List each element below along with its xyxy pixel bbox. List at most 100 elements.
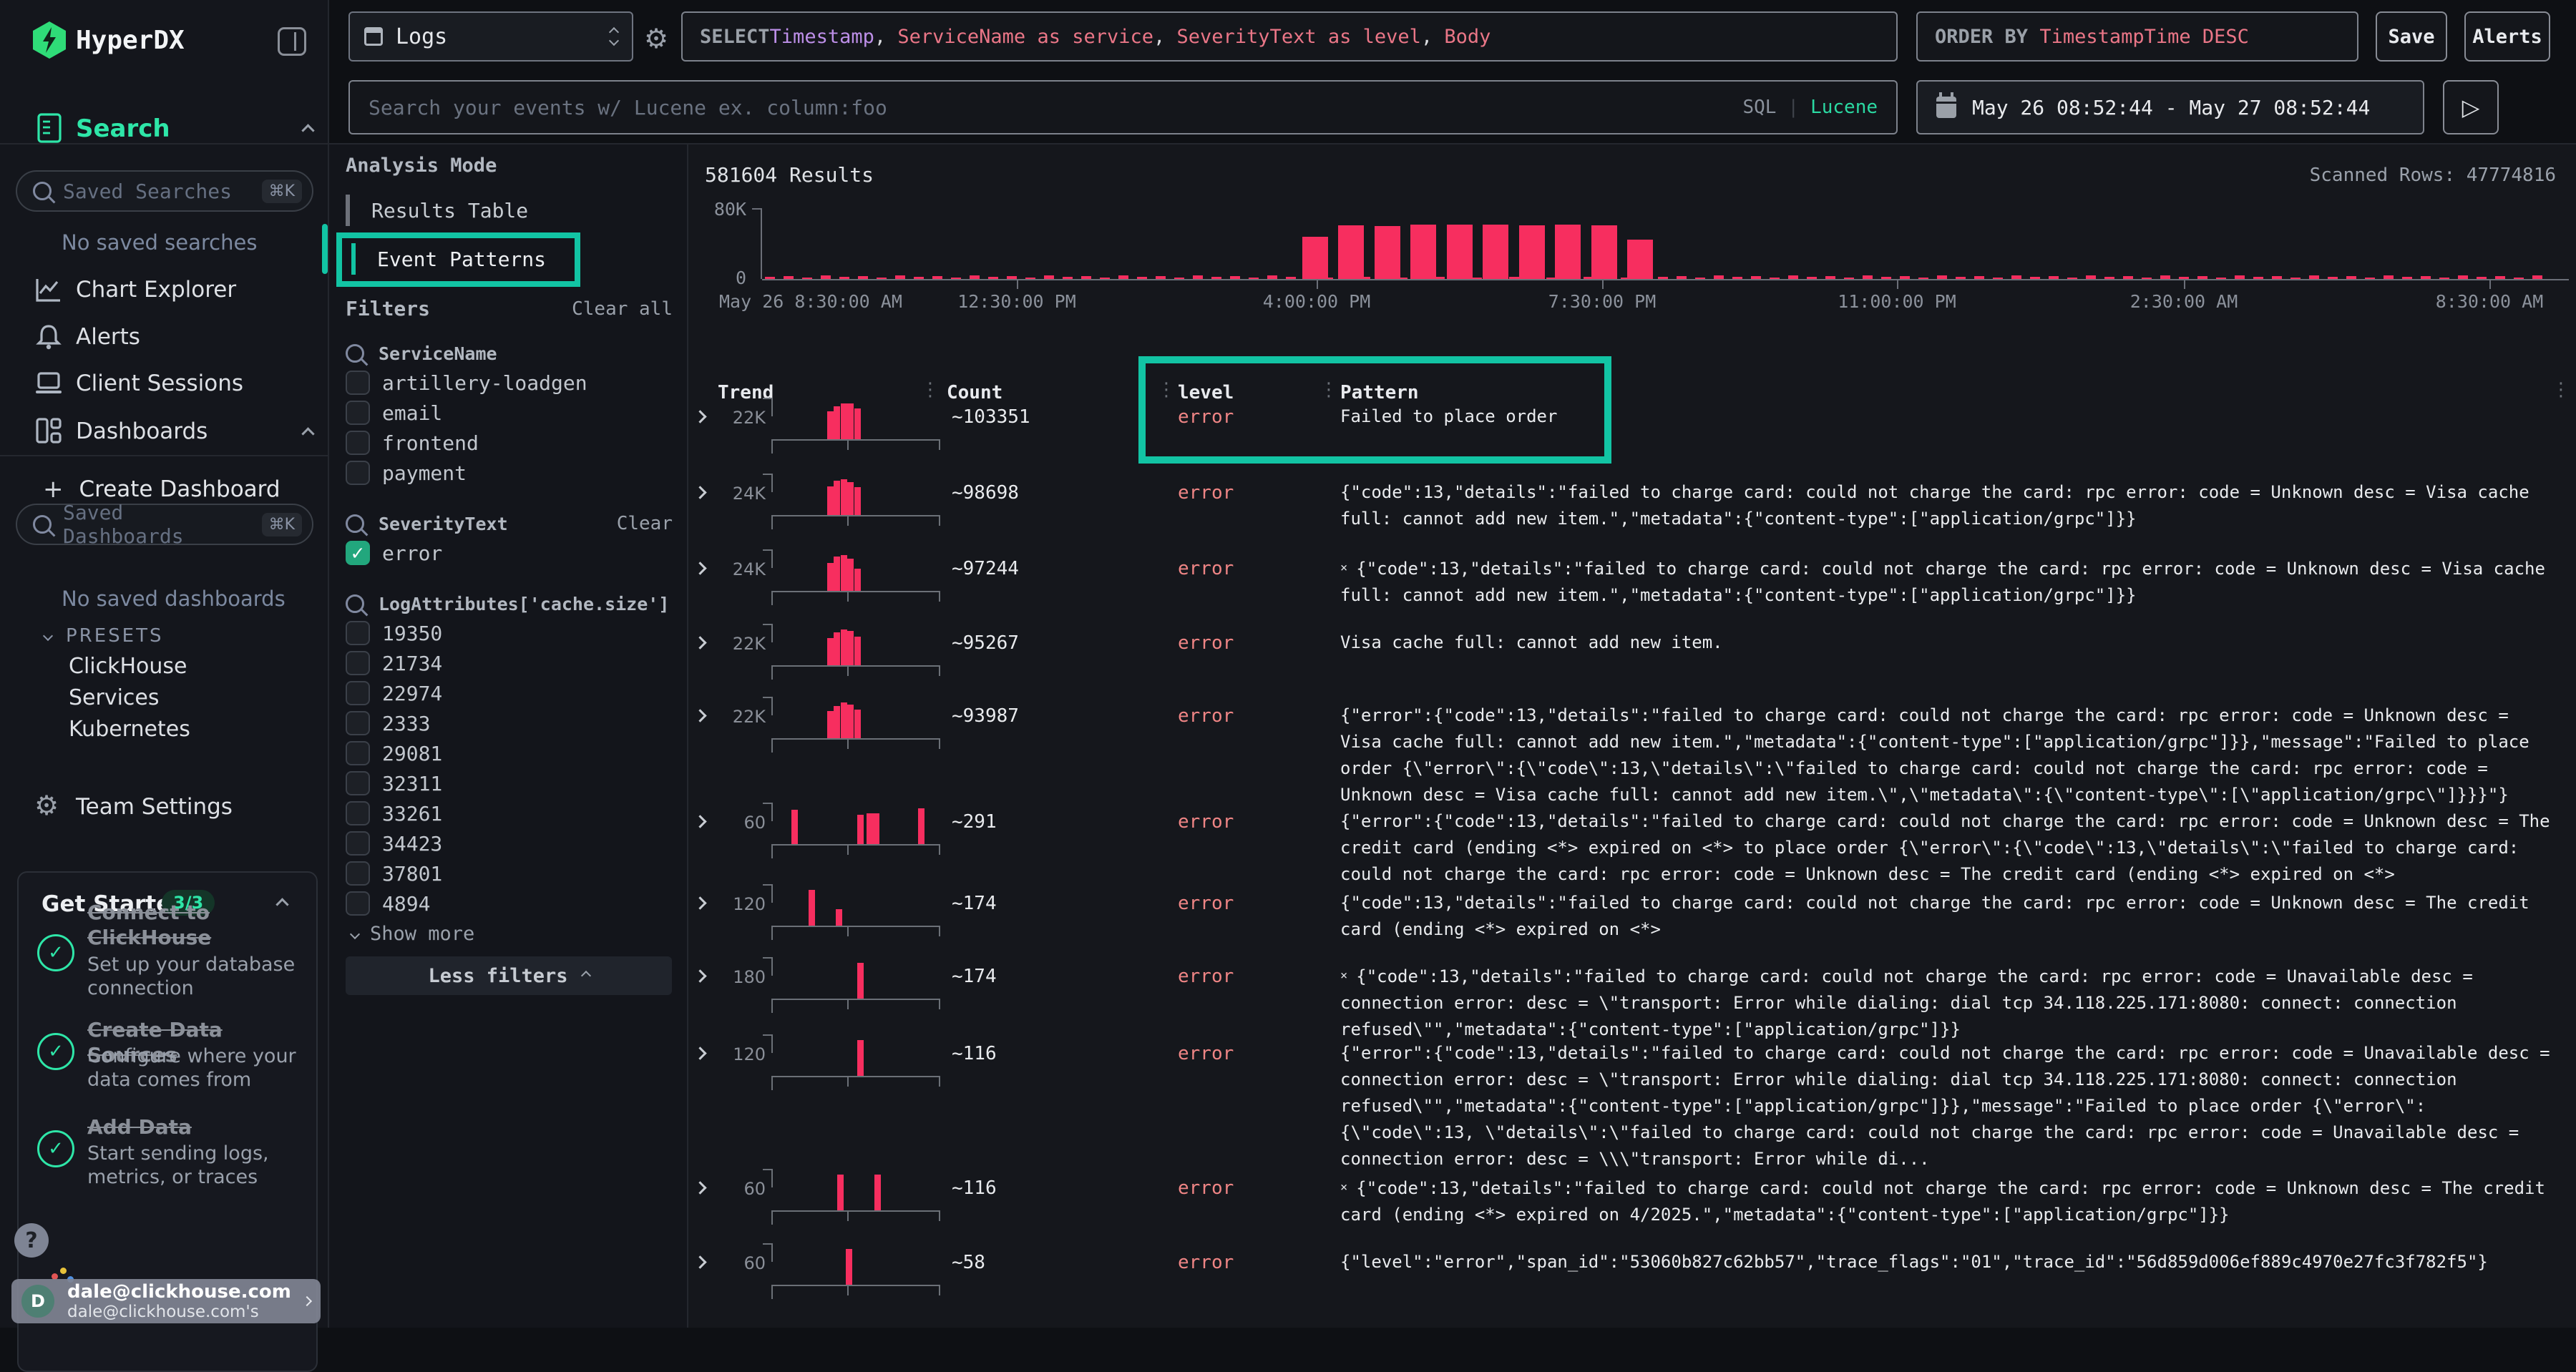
saved-searches-input[interactable]: Saved Searches ⌘K: [16, 170, 313, 212]
saved-dashboards-input[interactable]: Saved Dashboards ⌘K: [16, 504, 313, 545]
presets-toggle[interactable]: PRESETS: [44, 625, 164, 647]
lucene-language-toggle[interactable]: Lucene: [1810, 97, 1878, 118]
filter-option-email[interactable]: email: [346, 398, 673, 428]
lucene-search-input[interactable]: Search your events w/ Lucene ex. column:…: [348, 80, 1898, 134]
sidebar-item-kubernetes[interactable]: Kubernetes: [69, 717, 190, 742]
filter-option-37801[interactable]: 37801: [346, 858, 673, 888]
order-by-input[interactable]: ORDER BY TimestampTime DESC: [1916, 11, 2358, 62]
filter-option-frontend[interactable]: frontend: [346, 428, 673, 458]
table-row[interactable]: 60~58error{"level":"error","span_id":"53…: [688, 1253, 2576, 1260]
filter-option-32311[interactable]: 32311: [346, 768, 673, 798]
table-row[interactable]: 180~174error×{"code":13,"details":"faile…: [688, 967, 2576, 974]
histogram-bar[interactable]: [1519, 225, 1545, 279]
filter-option-33261[interactable]: 33261: [346, 798, 673, 828]
checkbox[interactable]: [346, 801, 370, 825]
results-histogram[interactable]: 80K0May 26 8:30:00 AM12:30:00 PM4:00:00 …: [688, 144, 2576, 323]
sidebar-item-search[interactable]: Search: [76, 114, 170, 143]
table-row[interactable]: 24K~97244error×{"code":13,"details":"fai…: [688, 559, 2576, 567]
mini-bar: [1863, 275, 1873, 279]
filter-option-4894[interactable]: 4894: [346, 888, 673, 918]
alerts-button[interactable]: Alerts: [2464, 11, 2550, 62]
filter-option-label: 32311: [382, 772, 442, 795]
histogram-bar[interactable]: [1338, 225, 1364, 279]
sidebar-item-alerts[interactable]: Alerts: [76, 324, 140, 350]
checkbox[interactable]: [346, 621, 370, 645]
create-dashboard-button[interactable]: + Create Dashboard: [43, 475, 280, 504]
search-collapse-chevron-icon[interactable]: [301, 124, 314, 137]
checkbox[interactable]: [346, 401, 370, 425]
histogram-bar[interactable]: [1627, 240, 1653, 279]
source-select[interactable]: Logs: [348, 11, 633, 62]
checkbox[interactable]: [346, 371, 370, 395]
sidebar-item-team-settings[interactable]: Team Settings: [76, 794, 233, 820]
sql-language-toggle[interactable]: SQL: [1742, 97, 1776, 118]
sidebar-item-services[interactable]: Services: [69, 685, 160, 710]
collapse-sidebar-icon[interactable]: [278, 27, 306, 56]
checkbox[interactable]: [346, 741, 370, 765]
select-query-input[interactable]: SELECT Timestamp , ServiceName as servic…: [681, 11, 1898, 62]
filter-option-22974[interactable]: 22974: [346, 678, 673, 708]
sidebar-item-clickhouse[interactable]: ClickHouse: [69, 654, 187, 679]
histogram-bar[interactable]: [1483, 225, 1508, 279]
table-row[interactable]: 22K~103351errorFailed to place order: [688, 408, 2576, 415]
spark-bar: [834, 481, 840, 515]
search-icon[interactable]: [346, 514, 364, 533]
filter-option-19350[interactable]: 19350: [346, 618, 673, 648]
table-row[interactable]: 22K~95267errorVisa cache full: cannot ad…: [688, 634, 2576, 641]
clear-filter-button[interactable]: Clear: [617, 513, 673, 534]
save-button[interactable]: Save: [2376, 11, 2447, 62]
histogram-bar[interactable]: [1555, 225, 1581, 279]
table-row[interactable]: 24K~98698error{"code":13,"details":"fail…: [688, 484, 2576, 491]
mode-results-table[interactable]: Results Table: [346, 194, 673, 227]
table-row[interactable]: 22K~93987error{"error":{"code":13,"detai…: [688, 707, 2576, 714]
date-range-picker[interactable]: May 26 08:52:44 - May 27 08:52:44: [1916, 80, 2424, 134]
filter-option-29081[interactable]: 29081: [346, 738, 673, 768]
mode-event-patterns[interactable]: Event Patterns: [351, 242, 546, 275]
less-filters-button[interactable]: Less filters: [346, 956, 672, 995]
table-row[interactable]: 60~291error{"error":{"code":13,"details"…: [688, 813, 2576, 820]
clear-all-button[interactable]: Clear all: [572, 298, 673, 320]
sidebar-item-dashboards[interactable]: Dashboards: [76, 418, 208, 444]
checkbox-checked[interactable]: ✓: [346, 541, 370, 565]
sidebar-item-client-sessions[interactable]: Client Sessions: [76, 371, 243, 396]
sidebar-scrollbar-thumb[interactable]: [322, 224, 328, 274]
table-row[interactable]: 60~116error×{"code":13,"details":"failed…: [688, 1179, 2576, 1186]
spark-bar: [854, 569, 861, 591]
search-icon[interactable]: [346, 594, 364, 613]
checkbox[interactable]: [346, 891, 370, 916]
filter-option-2333[interactable]: 2333: [346, 708, 673, 738]
table-options-icon[interactable]: ⋮: [2552, 379, 2570, 401]
table-row[interactable]: 120~116error{"error":{"code":13,"details…: [688, 1044, 2576, 1052]
histogram-bar[interactable]: [1302, 237, 1328, 279]
row-count: ~98698: [952, 482, 1019, 504]
filter-option-artillery-loadgen[interactable]: artillery-loadgen: [346, 368, 673, 398]
checkbox[interactable]: [346, 461, 370, 485]
checkbox[interactable]: [346, 681, 370, 705]
avatar: D: [21, 1285, 54, 1318]
run-query-button[interactable]: ▷: [2443, 80, 2499, 134]
filter-option-error[interactable]: ✓error: [346, 538, 673, 568]
help-button[interactable]: ?: [14, 1223, 49, 1258]
histogram-bar[interactable]: [1375, 226, 1400, 279]
checkbox[interactable]: [346, 831, 370, 856]
checkbox[interactable]: [346, 771, 370, 795]
dashboards-collapse-chevron-icon[interactable]: [301, 427, 314, 440]
histogram-bar[interactable]: [1447, 225, 1473, 279]
histogram-bar[interactable]: [1591, 225, 1617, 279]
show-more-button[interactable]: Show more: [351, 923, 673, 945]
table-row[interactable]: 120~174error{"code":13,"details":"failed…: [688, 894, 2576, 901]
filter-option-21734[interactable]: 21734: [346, 648, 673, 678]
checkbox[interactable]: [346, 711, 370, 735]
column-header-count[interactable]: Count: [947, 382, 1002, 403]
checkbox[interactable]: [346, 861, 370, 886]
filter-option-34423[interactable]: 34423: [346, 828, 673, 858]
filter-option-payment[interactable]: payment: [346, 458, 673, 488]
source-settings-gear-icon[interactable]: ⚙: [644, 23, 668, 54]
histogram-bar[interactable]: [1410, 225, 1436, 279]
column-header-trend[interactable]: Trend: [718, 382, 774, 403]
user-menu[interactable]: D dale@clickhouse.com dale@clickhouse.co…: [11, 1279, 321, 1323]
checkbox[interactable]: [346, 651, 370, 675]
search-icon[interactable]: [346, 344, 364, 363]
checkbox[interactable]: [346, 431, 370, 455]
sidebar-item-chart-explorer[interactable]: Chart Explorer: [76, 277, 236, 303]
